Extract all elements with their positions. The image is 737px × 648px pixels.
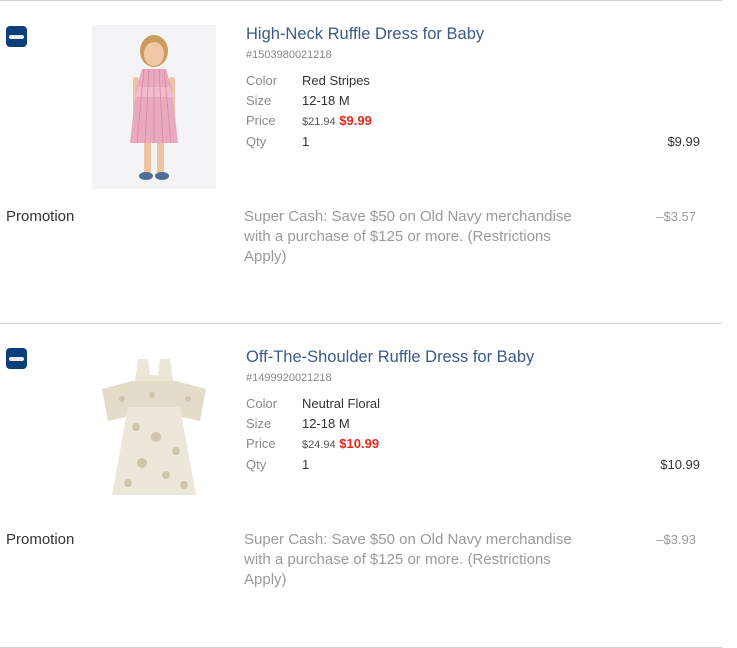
size-label: Size: [246, 416, 272, 431]
cart-item: High-Neck Ruffle Dress for Baby #1503980…: [0, 0, 722, 324]
original-price: $24.94: [302, 439, 336, 451]
promotion-description: Super Cash: Save $50 on Old Navy merchan…: [244, 208, 572, 265]
old-navy-logo-icon: [6, 348, 27, 369]
line-total: $10.99: [660, 457, 700, 472]
price-value: $21.94 $9.99: [302, 113, 372, 128]
product-name-link[interactable]: High-Neck Ruffle Dress for Baby: [246, 25, 484, 44]
promotion-label: Promotion: [6, 208, 75, 225]
size-label: Size: [246, 93, 272, 108]
product-sku: #1499920021218: [246, 372, 332, 384]
qty-label: Qty: [246, 457, 267, 472]
promotion-discount: –$3.57: [656, 209, 696, 224]
sale-price: $10.99: [339, 436, 380, 451]
line-total: $9.99: [667, 134, 700, 149]
old-navy-logo-icon: [6, 26, 27, 47]
size-value: 12-18 M: [302, 93, 350, 108]
price-label: Price: [246, 113, 276, 128]
color-label: Color: [246, 73, 278, 88]
qty-value: 1: [302, 134, 310, 149]
promotion-discount: –$3.93: [656, 532, 696, 547]
price-value: $24.94 $10.99: [302, 436, 379, 451]
size-value: 12-18 M: [302, 416, 350, 431]
qty-label: Qty: [246, 134, 267, 149]
color-value: Red Stripes: [302, 73, 370, 88]
product-name-link[interactable]: Off-The-Shoulder Ruffle Dress for Baby: [246, 348, 534, 367]
cart-item: Off-The-Shoulder Ruffle Dress for Baby #…: [0, 323, 722, 648]
product-image[interactable]: [92, 347, 216, 511]
product-sku: #1503980021218: [246, 49, 332, 61]
promotion-label: Promotion: [6, 531, 75, 548]
original-price: $21.94: [302, 116, 336, 128]
price-label: Price: [246, 436, 276, 451]
sale-price: $9.99: [339, 113, 372, 128]
color-label: Color: [246, 396, 278, 411]
promotion-description: Super Cash: Save $50 on Old Navy merchan…: [244, 531, 572, 588]
color-value: Neutral Floral: [302, 396, 381, 411]
product-image[interactable]: [92, 25, 216, 189]
qty-value: 1: [302, 457, 310, 472]
